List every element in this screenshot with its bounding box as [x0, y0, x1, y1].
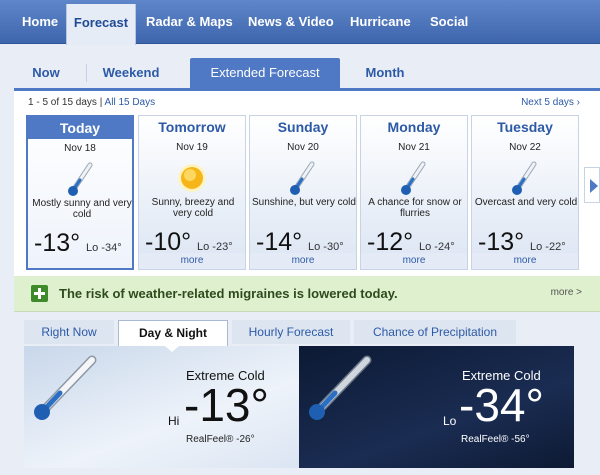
- nav-social[interactable]: Social: [430, 0, 468, 44]
- tab-chance-of-precipitation[interactable]: Chance of Precipitation: [354, 320, 516, 344]
- day-temperature: -13°: [184, 379, 269, 431]
- day-description: A chance for snow or flurries: [368, 197, 462, 219]
- day-description: Sunshine, but very cold: [252, 197, 356, 208]
- day-more-link[interactable]: more: [139, 253, 245, 269]
- top-navigation: Home Forecast Radar & Maps News & Video …: [0, 0, 600, 45]
- day-name: Tuesday: [497, 119, 553, 135]
- day-date: Nov 20: [287, 142, 319, 153]
- day-card-sunday[interactable]: Sunday Nov 20 Sunshine, but very cold -1…: [249, 115, 357, 270]
- chevron-right-icon: [590, 179, 598, 193]
- migraine-message: The risk of weather-related migraines is…: [59, 286, 398, 301]
- detail-tabs: Right Now Day & Night Hourly Forecast Ch…: [24, 320, 600, 346]
- day-description: Sunny, breezy and very cold: [151, 197, 235, 219]
- day-low-temp: Lo -23°: [197, 241, 233, 253]
- nav-hurricane[interactable]: Hurricane: [350, 0, 411, 44]
- night-temperature: -34°: [459, 379, 544, 431]
- next-5-days-link[interactable]: Next 5 days ›: [521, 97, 580, 108]
- day-high-temp: -13°: [34, 229, 81, 257]
- all-15-days-link[interactable]: All 15 Days: [105, 97, 156, 108]
- day-name: Today: [28, 117, 132, 139]
- tab-now[interactable]: Now: [26, 58, 66, 88]
- day-card-monday[interactable]: Monday Nov 21 A chance for snow or flurr…: [360, 115, 468, 270]
- thermometer-cold-icon: [512, 161, 537, 195]
- day-realfeel: RealFeel® -26°: [186, 434, 255, 445]
- day-name: Sunday: [277, 119, 329, 135]
- nav-home[interactable]: Home: [22, 0, 58, 44]
- night-forecast-panel: Extreme Cold Lo -34° RealFeel® -56°: [299, 346, 574, 468]
- range-text: 1 - 5 of 15 days |: [28, 97, 103, 108]
- thermometer-cold-icon: [290, 161, 315, 195]
- range-indicator: 1 - 5 of 15 days | All 15 Days: [28, 97, 155, 108]
- day-date: Nov 21: [398, 142, 430, 153]
- day-more-link[interactable]: more: [361, 253, 467, 269]
- forecast-subtabs: Now Weekend Extended Forecast Month: [14, 58, 594, 88]
- day-hi-label: Hi: [168, 414, 180, 428]
- day-date: Nov 18: [64, 143, 96, 154]
- night-lo-label: Lo: [443, 414, 457, 428]
- thermometer-cold-icon: [34, 355, 97, 420]
- day-card-today[interactable]: Today Nov 18 Mostly sunny and very cold …: [26, 115, 134, 270]
- day-more-link[interactable]: more: [250, 253, 356, 269]
- health-plus-icon: [31, 285, 48, 302]
- day-name: Tomorrow: [158, 119, 226, 135]
- day-low-temp: Lo -24°: [419, 241, 455, 253]
- thermometer-cold-icon: [401, 161, 426, 195]
- day-low-temp: Lo -22°: [530, 241, 566, 253]
- day-description: Mostly sunny and very cold: [32, 198, 132, 220]
- tab-divider: [86, 64, 87, 82]
- day-card-tuesday[interactable]: Tuesday Nov 22 Overcast and very cold -1…: [471, 115, 579, 270]
- nav-forecast[interactable]: Forecast: [66, 4, 136, 45]
- tab-extended-forecast[interactable]: Extended Forecast: [190, 58, 340, 88]
- day-card-tomorrow[interactable]: Tomorrow Nov 19 Sunny, breezy and very c…: [138, 115, 246, 270]
- day-more-link[interactable]: more: [472, 253, 578, 269]
- tab-month[interactable]: Month: [360, 58, 410, 88]
- tab-weekend[interactable]: Weekend: [96, 58, 166, 88]
- next-days-arrow-button[interactable]: [584, 167, 600, 203]
- nav-news-video[interactable]: News & Video: [248, 0, 334, 44]
- day-date: Nov 19: [176, 142, 208, 153]
- tab-day-night[interactable]: Day & Night: [118, 320, 228, 346]
- tab-hourly-forecast[interactable]: Hourly Forecast: [232, 320, 350, 344]
- thermometer-cold-icon: [309, 355, 372, 420]
- day-name: Monday: [387, 119, 441, 135]
- migraine-alert-banner: The risk of weather-related migraines is…: [14, 276, 600, 312]
- thermometer-cold-icon: [68, 162, 93, 196]
- day-date: Nov 22: [509, 142, 541, 153]
- tab-right-now[interactable]: Right Now: [24, 320, 114, 344]
- sun-icon: [178, 164, 206, 192]
- day-low-temp: Lo -34°: [86, 242, 122, 254]
- night-realfeel: RealFeel® -56°: [461, 434, 530, 445]
- banner-more-link[interactable]: more >: [551, 287, 582, 298]
- day-forecast-panel: Extreme Cold Hi -13° RealFeel® -26°: [24, 346, 299, 468]
- day-description: Overcast and very cold: [474, 197, 578, 208]
- nav-radar-maps[interactable]: Radar & Maps: [146, 0, 233, 44]
- active-tab-pointer: [165, 346, 179, 352]
- day-low-temp: Lo -30°: [308, 241, 344, 253]
